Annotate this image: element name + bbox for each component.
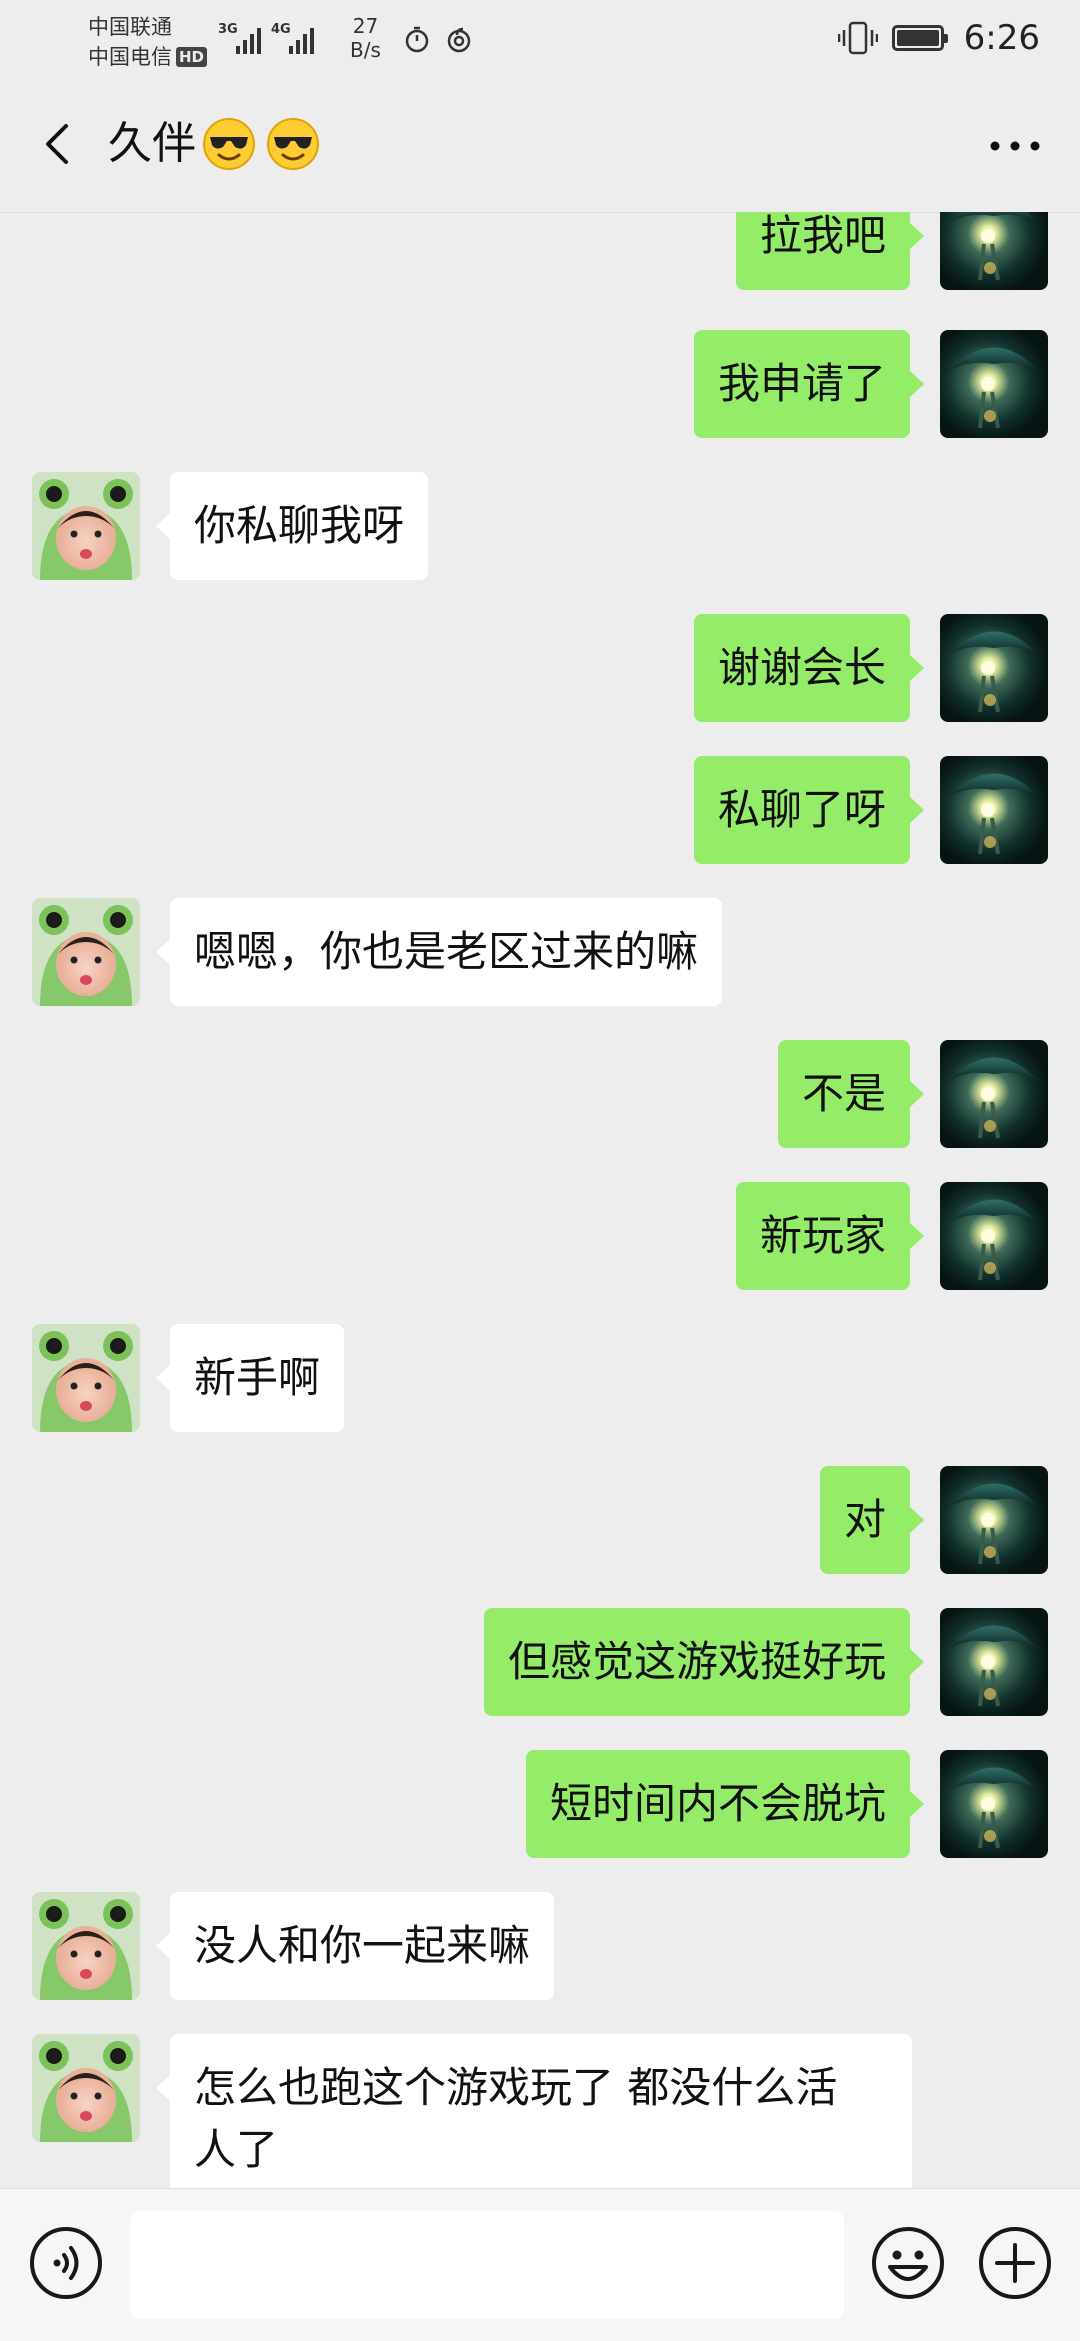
carrier-1-label: 中国联通: [88, 15, 172, 39]
contact-avatar[interactable]: [32, 1324, 140, 1432]
message-bubble-received[interactable]: 新手啊: [155, 1324, 345, 1432]
my-avatar[interactable]: [940, 212, 1048, 290]
vibrate-icon: [837, 21, 878, 55]
message-bubble-sent[interactable]: 短时间内不会脱坑: [525, 1750, 925, 1858]
network-speed-unit: B/s: [350, 38, 381, 62]
plus-icon[interactable]: [977, 2225, 1053, 2301]
emoji-icon[interactable]: [870, 2225, 946, 2301]
sunglasses-emoji-icon: [267, 118, 319, 170]
my-avatar[interactable]: [940, 1182, 1048, 1290]
chat-title-text: 久伴: [108, 118, 196, 169]
chevron-left-icon[interactable]: [30, 114, 90, 174]
network-type-1: 3G: [218, 22, 238, 37]
network-type-2: 4G: [271, 22, 291, 37]
message-bubble-sent[interactable]: 我申请了: [693, 330, 925, 438]
right-status: 6:26: [837, 18, 1040, 58]
message-bubble-sent[interactable]: 不是: [777, 1040, 925, 1148]
chat-header: 久伴: [0, 78, 1080, 213]
status-bar: 中国联通 中国电信 HD 3G 4G 27 B/s 6:26: [0, 0, 1080, 78]
sunglasses-emoji-icon: [203, 118, 255, 170]
message-bubble-received[interactable]: 你私聊我呀: [155, 472, 429, 580]
signal-indicators: 3G 4G: [218, 20, 314, 54]
signal-4g-icon: 4G: [271, 20, 314, 54]
my-avatar[interactable]: [940, 1750, 1048, 1858]
my-avatar[interactable]: [940, 1040, 1048, 1148]
contact-avatar[interactable]: [32, 898, 140, 1006]
carrier-2-label: 中国电信: [88, 45, 172, 69]
netease-music-icon: [447, 27, 471, 53]
network-speed: 27 B/s: [350, 14, 381, 62]
message-bubble-sent[interactable]: 拉我吧: [735, 212, 925, 290]
message-bubble-received[interactable]: 嗯嗯，你也是老区过来的嘛: [155, 898, 723, 1006]
message-bubble-sent[interactable]: 但感觉这游戏挺好玩: [483, 1608, 925, 1716]
timer-icon: [405, 26, 429, 53]
my-avatar[interactable]: [940, 330, 1048, 438]
message-bubble-sent[interactable]: 谢谢会长: [693, 614, 925, 722]
my-avatar[interactable]: [940, 756, 1048, 864]
carrier-info: 中国联通 中国电信 HD: [88, 12, 208, 72]
my-avatar[interactable]: [940, 1608, 1048, 1716]
my-avatar[interactable]: [940, 614, 1048, 722]
clock: 6:26: [963, 18, 1040, 58]
voice-icon[interactable]: [28, 2225, 104, 2301]
contact-avatar[interactable]: [32, 1892, 140, 2000]
contact-avatar[interactable]: [32, 472, 140, 580]
chat-title: 久伴: [108, 112, 320, 176]
message-bubble-received[interactable]: 没人和你一起来嘛: [155, 1892, 555, 2000]
network-speed-value: 27: [352, 14, 379, 38]
message-list[interactable]: 拉我吧 我申请了 你私聊我呀 谢谢会长 私聊了呀 嗯嗯，你也是老区过来的嘛 不是…: [0, 212, 1080, 2188]
chat-input-bar: [0, 2188, 1080, 2341]
contact-avatar[interactable]: [32, 2034, 140, 2142]
battery-icon: [891, 25, 948, 51]
message-bubble-received[interactable]: 怎么也跑这个游戏玩了 都没什么活 人了: [156, 2034, 912, 2188]
message-bubble-sent[interactable]: 新玩家: [735, 1182, 925, 1290]
message-bubble-sent[interactable]: 对: [819, 1466, 925, 1574]
hd-badge: HD: [176, 47, 208, 67]
message-input[interactable]: [130, 2211, 844, 2319]
more-dots-icon[interactable]: [980, 118, 1050, 174]
signal-3g-icon: 3G: [218, 20, 261, 54]
message-bubble-sent[interactable]: 私聊了呀: [693, 756, 925, 864]
my-avatar[interactable]: [940, 1466, 1048, 1574]
